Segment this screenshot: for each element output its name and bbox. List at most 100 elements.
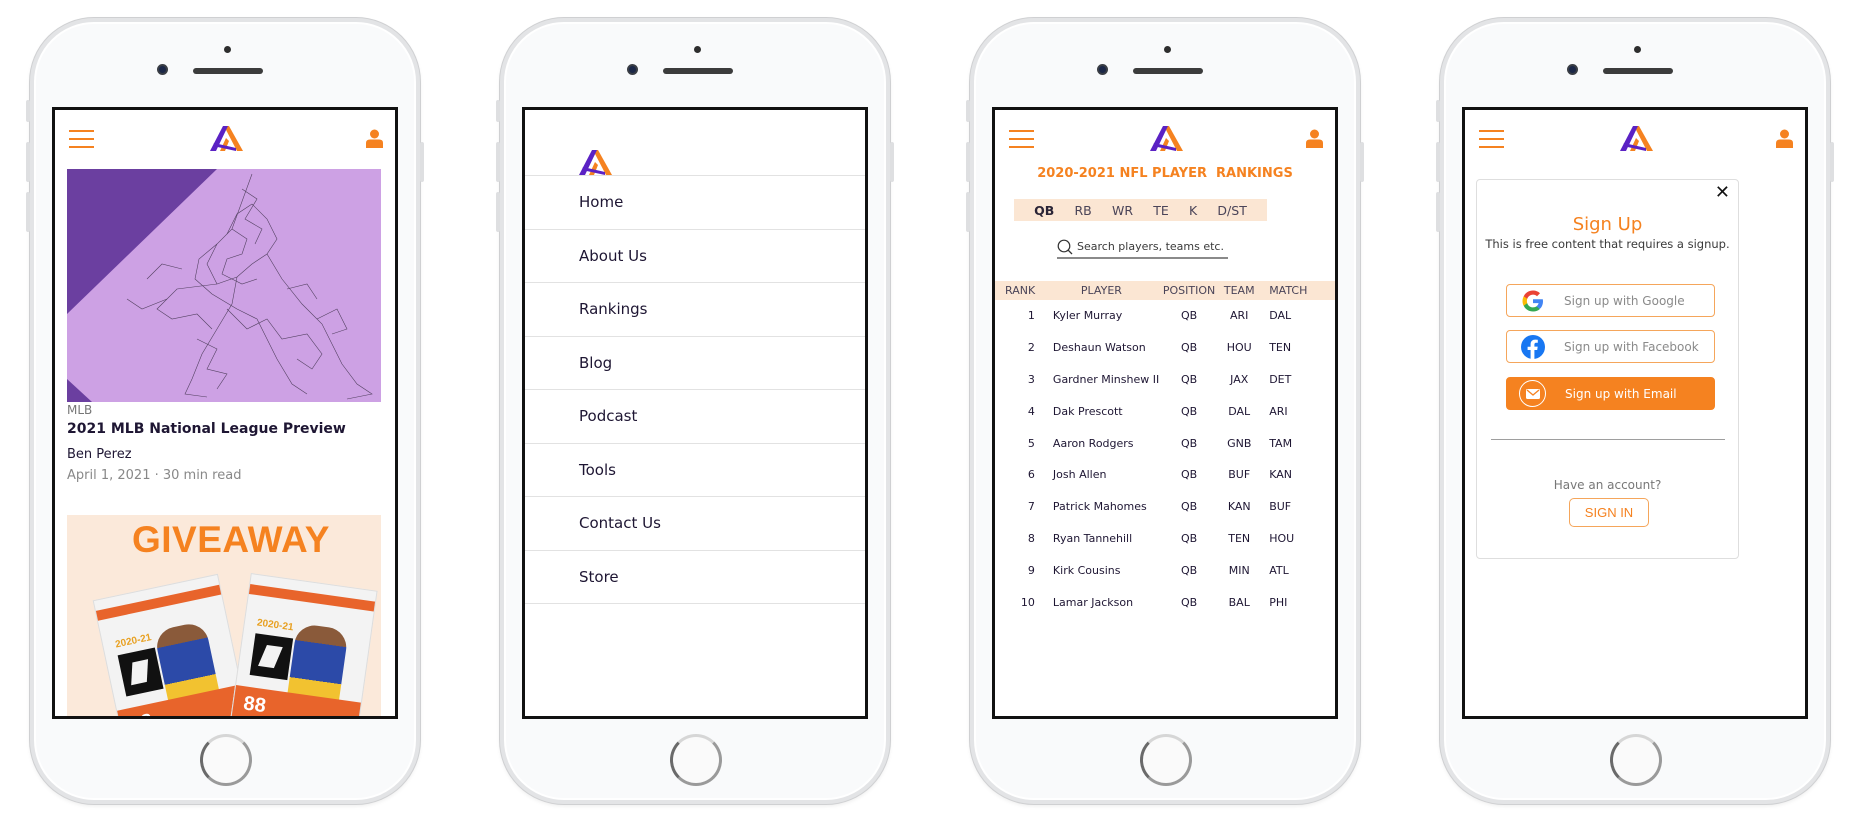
cell-position: QB [1180, 468, 1198, 482]
user-icon[interactable] [1306, 129, 1323, 148]
home-button[interactable] [670, 734, 722, 786]
menu-item-rankings[interactable]: Rankings [525, 283, 865, 337]
front-camera [627, 64, 638, 75]
power-button [1360, 142, 1364, 182]
player-search [1057, 236, 1228, 259]
home-button[interactable] [200, 734, 252, 786]
table-row[interactable]: 6 Josh Allen QB BUF KAN [995, 459, 1335, 491]
phone-frame-menu: Home About Us Rankings Blog Podcast Tool… [496, 18, 894, 804]
cell-rank: 4 [1027, 404, 1035, 418]
table-row[interactable]: 2 Deshaun Watson QB HOU TEN [995, 332, 1335, 364]
tab-dst[interactable]: D/ST [1217, 203, 1246, 218]
signup-google-button[interactable]: Sign up with Google [1506, 284, 1715, 317]
table-row[interactable]: 8 Ryan Tannehill QB TEN HOU [995, 523, 1335, 555]
volume-down-button [1436, 192, 1440, 232]
earpiece-speaker [193, 68, 263, 74]
cell-team: DAL [1228, 404, 1251, 418]
home-button[interactable] [1140, 734, 1192, 786]
table-row[interactable]: 5 Aaron Rodgers QB GNB TAM [995, 427, 1335, 459]
table-row[interactable]: 10 Lamar Jackson QB BAL PHI [995, 586, 1335, 618]
brand-logo[interactable] [210, 126, 243, 151]
hamburger-icon[interactable] [69, 130, 94, 148]
hamburger-icon[interactable] [1479, 130, 1504, 148]
brand-logo[interactable] [1150, 126, 1183, 151]
cell-position: QB [1180, 309, 1198, 323]
cell-match: TEN [1269, 341, 1292, 355]
cell-team: BUF [1228, 468, 1251, 482]
table-row[interactable]: 7 Patrick Mahomes QB KAN BUF [995, 491, 1335, 523]
table-row[interactable]: 3 Gardner Minshew II QB JAX DET [995, 364, 1335, 396]
signup-subtitle: This is free content that requires a sig… [1485, 237, 1730, 251]
menu-item-contact-us[interactable]: Contact Us [525, 497, 865, 551]
app-header [55, 110, 395, 170]
table-row[interactable]: 9 Kirk Cousins QB MIN ATL [995, 554, 1335, 586]
pack-count: 88 [242, 692, 268, 718]
cell-rank: 1 [1027, 309, 1035, 323]
brand-logo[interactable] [1620, 126, 1653, 151]
front-camera [1097, 64, 1108, 75]
cell-team: TEN [1228, 531, 1251, 545]
volume-up-button [496, 142, 500, 182]
tab-qb[interactable]: QB [1034, 203, 1054, 218]
signup-email-button[interactable]: Sign up with Email [1506, 377, 1715, 410]
giveaway-promo-banner[interactable]: GIVEAWAY 2020-21 88 1 AUTOGRAPH / MEMORA… [67, 515, 381, 718]
volume-down-button [26, 192, 30, 232]
cell-player: Deshaun Watson [1052, 341, 1146, 355]
email-icon [1519, 380, 1546, 407]
table-row[interactable]: 1 Kyler Murray QB ARI DAL [995, 300, 1335, 332]
cell-position: QB [1180, 500, 1198, 514]
brand-logo[interactable] [579, 150, 612, 175]
sign-in-button[interactable]: SIGN IN [1569, 498, 1649, 527]
column-header-team[interactable]: TEAM [1215, 281, 1264, 300]
power-button [1830, 142, 1834, 182]
column-header-position[interactable]: POSITION [1162, 281, 1216, 300]
user-icon[interactable] [366, 129, 383, 148]
proximity-sensor [694, 46, 701, 53]
menu-item-home[interactable]: Home [525, 176, 865, 230]
home-button[interactable] [1610, 734, 1662, 786]
menu-item-about-us[interactable]: About Us [525, 230, 865, 283]
search-input[interactable] [1077, 240, 1227, 253]
user-icon[interactable] [1776, 129, 1793, 148]
table-row[interactable]: 4 Dak Prescott QB DAL ARI [995, 395, 1335, 427]
cell-match: PHI [1269, 595, 1288, 609]
cell-match: HOU [1269, 531, 1295, 545]
menu-item-blog[interactable]: Blog [525, 337, 865, 390]
column-header-match[interactable]: MATCH [1263, 281, 1335, 300]
tab-k[interactable]: K [1189, 203, 1197, 218]
close-icon[interactable]: ✕ [1715, 184, 1730, 202]
tab-wr[interactable]: WR [1112, 203, 1133, 218]
article-title[interactable]: 2021 MLB National League Preview [67, 421, 346, 437]
cell-match: DAL [1269, 309, 1292, 323]
cell-position: QB [1180, 404, 1198, 418]
menu-item-tools[interactable]: Tools [525, 444, 865, 497]
power-button [420, 142, 424, 182]
hamburger-icon[interactable] [1009, 130, 1034, 148]
cell-position: QB [1180, 563, 1198, 577]
tab-te[interactable]: TE [1153, 203, 1169, 218]
tab-rb[interactable]: RB [1074, 203, 1091, 218]
volume-up-button [26, 142, 30, 182]
cell-team: MIN [1228, 563, 1250, 577]
rankings-screen: 2020-2021 NFL PLAYER RANKINGS QB RB WR T… [992, 107, 1338, 719]
trading-card-pack: 2020-21 88 1 AUTOGRAPH / MEMORABILIA CAR… [224, 573, 378, 718]
signup-email-label: Sign up with Email [1565, 386, 1677, 401]
column-header-player[interactable]: PLAYER [1052, 281, 1163, 300]
menu-item-store[interactable]: Store [525, 551, 865, 604]
cell-rank: 6 [1027, 468, 1035, 482]
cell-rank: 9 [1027, 563, 1035, 577]
proximity-sensor [224, 46, 231, 53]
earpiece-speaker [1133, 68, 1203, 74]
volume-up-button [1436, 142, 1440, 182]
signup-facebook-button[interactable]: Sign up with Facebook [1506, 330, 1715, 363]
cell-team: JAX [1230, 372, 1249, 386]
menu-item-podcast[interactable]: Podcast [525, 390, 865, 444]
pack-year: 2020-21 [256, 617, 295, 634]
search-icon[interactable] [1057, 239, 1073, 255]
cell-player: Kirk Cousins [1052, 563, 1121, 577]
cell-team: KAN [1227, 500, 1251, 514]
cell-player: Josh Allen [1052, 468, 1107, 482]
facebook-icon [1521, 334, 1545, 359]
column-header-rank[interactable]: RANK [995, 281, 1053, 300]
article-hero-image[interactable] [67, 169, 381, 402]
